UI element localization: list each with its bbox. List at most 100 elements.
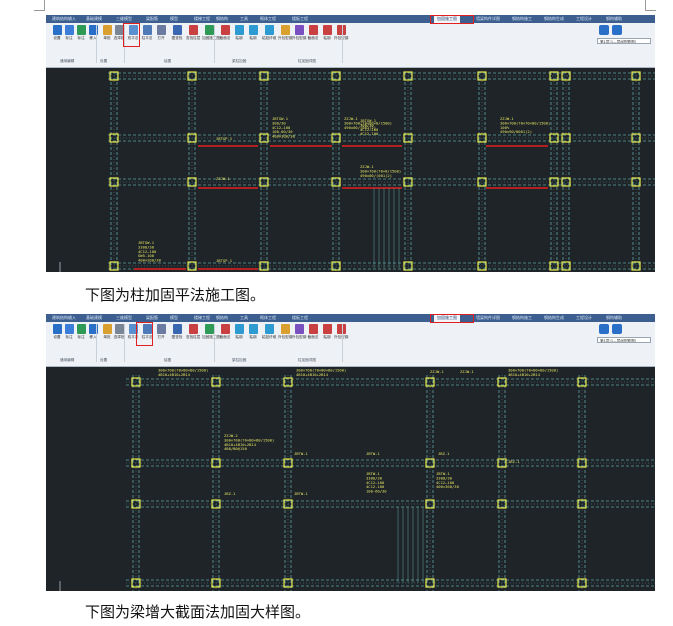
member-label: ZZJW-1 300×700(70×70×80/1500) 100% 490x90/0… (500, 116, 550, 134)
home-icon[interactable] (599, 25, 609, 35)
ribbon-tool-button[interactable]: 查找柱层 (186, 25, 200, 40)
ribbon-tool-button[interactable]: 柱平法 (140, 25, 154, 40)
tool-icon (204, 25, 214, 35)
ribbon-tab[interactable]: 墙梁构件详图 (476, 15, 500, 23)
download-icon[interactable] (612, 25, 622, 35)
screenshot-column-plan: 建筑结构输入 基础建模 三维模型 梁配筋 模型 楼梯工程 钢结构 工具 砌体工程 楼板工程 加固施工… (46, 15, 655, 272)
ribbon-tool-button[interactable]: 粘贴纤维 (262, 324, 276, 339)
ribbon-tool-button[interactable]: 截面法 (218, 25, 232, 40)
ribbon-tab[interactable]: 工具 (240, 314, 248, 322)
tool-icon (172, 324, 182, 334)
ribbon-tool-button[interactable]: 粘贴纤维 (262, 25, 276, 40)
ribbon-tab[interactable]: 楼板工程 (292, 314, 308, 322)
ribbon-tool-button[interactable]: 移入 (86, 25, 100, 40)
member-label: JBZ-1 (438, 451, 450, 456)
ribbon-tab[interactable]: 基础建模 (86, 15, 102, 23)
download-icon[interactable] (612, 324, 622, 334)
member-label: JBZ-1 (508, 459, 520, 464)
ribbon-tool-button[interactable]: 粘钢 (246, 25, 260, 40)
tool-label: 外包型钢 (278, 335, 293, 339)
ribbon-tab[interactable]: 建筑结构输入 (52, 15, 76, 23)
ribbon-tab[interactable]: 钢结构施工 (512, 314, 532, 322)
ribbon-tab[interactable]: 梁配筋 (146, 15, 158, 23)
ribbon-tab[interactable]: 楼梯工程 (194, 15, 210, 23)
ribbon-tool-button[interactable]: 粘钢 (246, 324, 260, 339)
active-tab-highlight (430, 15, 474, 24)
ribbon-group-label: 通用编辑 (60, 358, 75, 362)
ribbon-tab[interactable]: 楼板工程 (292, 15, 308, 23)
ribbon-tab[interactable]: 工具 (240, 15, 248, 23)
tool-label: 移入 (89, 335, 97, 339)
ribbon-tool-button[interactable]: 外包型钢 (292, 25, 306, 40)
member-label: ZZJW-1 300×700(70×8/1500) 490x00/(001(2) (360, 164, 401, 178)
tool-icon (172, 25, 182, 35)
ribbon-tab[interactable]: 楼梯工程 (194, 314, 210, 322)
ribbon-separator (124, 324, 125, 362)
ribbon-tab[interactable]: 三维模型 (116, 314, 132, 322)
ribbon-tab[interactable]: 钢构辅助 (606, 314, 622, 322)
ribbon-tool-button[interactable]: 打开 (154, 25, 168, 40)
tool-label: 打开 (157, 36, 165, 40)
ribbon-group-label: 绘图 (164, 358, 172, 362)
ribbon-tab[interactable]: 钢结构生成 (544, 314, 564, 322)
ribbon-tab[interactable]: 钢结构施工 (512, 15, 532, 23)
ribbon-tab[interactable]: 墙梁构件详图 (476, 314, 500, 322)
floor-combo[interactable]: 第1层(1—层间配筋图) (597, 38, 651, 44)
tool-icon (294, 324, 304, 334)
ribbon-tool-button[interactable]: 粘钢 (320, 25, 334, 40)
ribbon-tool-button[interactable]: 截面法 (306, 324, 320, 339)
ribbon-tool-button[interactable]: 粘钢 (320, 324, 334, 339)
ribbon-tool-button[interactable]: 粘钢 (232, 324, 246, 339)
member-label: ZZJW-1300×700(70×80×80/1500)4B10+4B10+2B… (296, 367, 346, 377)
ribbon-tab[interactable]: 钢结构 (216, 15, 228, 23)
tool-icon (156, 324, 166, 334)
ribbon-tab[interactable]: 钢结构生成 (544, 15, 564, 23)
right-panel-2: 第1层(1—层间配筋图) (597, 324, 651, 350)
tool-icon (76, 25, 86, 35)
ribbon-tab[interactable]: 基础建模 (86, 314, 102, 322)
member-label: ZZJW-1300×700(70×80×80/1500)4B10+4B10+2B… (508, 367, 558, 377)
ribbon-tab[interactable]: 钢构辅助 (606, 15, 622, 23)
ribbon-tool-button[interactable]: 截面法 (306, 25, 320, 40)
ribbon-tool-button[interactable]: 外包型钢 (334, 25, 348, 40)
tool-icon (156, 25, 166, 35)
ribbon-tab[interactable]: 模型 (170, 314, 178, 322)
ribbon-group-label: 柱加固详图 (298, 59, 316, 63)
cad-drawing-1: JBTGW-1 3300/30 4C12—100 GW5-100 400×200/30 J… (46, 68, 655, 272)
ribbon-tool-button[interactable]: 外包型钢 (278, 324, 292, 339)
ribbon-tab[interactable]: 钢结构 (216, 314, 228, 322)
ribbon-separator (342, 324, 343, 362)
ribbon-tab[interactable]: 梁配筋 (146, 314, 158, 322)
tool-icon (220, 25, 230, 35)
ribbon-tool-button[interactable]: 外包型钢 (278, 25, 292, 40)
ribbon-tool-button[interactable]: 粘钢 (232, 25, 246, 40)
ribbon-tab[interactable]: 砌体工程 (260, 314, 276, 322)
tool-label: 粘钢 (323, 36, 331, 40)
ribbon-tool-button[interactable]: 外包型钢 (334, 324, 348, 339)
ribbon-tool-button[interactable]: 移入 (86, 324, 100, 339)
member-label: ZZJW-1 (226, 367, 240, 368)
caption-beam-detail: 下图为梁增大截面法加固大样图。 (85, 603, 311, 621)
ribbon-tabs: 建筑结构输入 基础建模 三维模型 梁配筋 模型 楼梯工程 钢结构 工具 砌体工程 楼板工程 加固施工… (46, 15, 655, 23)
ribbon-tab[interactable]: 建筑结构输入 (52, 314, 76, 322)
ribbon-tab[interactable]: 砌体工程 (260, 15, 276, 23)
ribbon-tab[interactable]: 模型 (170, 15, 178, 23)
ribbon-tab[interactable]: 工程设计 (576, 314, 592, 322)
ribbon-group-label: 通用编辑 (60, 59, 75, 63)
member-label: JBTW-1 (294, 491, 308, 496)
tool-label: 粘钢 (249, 335, 257, 339)
ribbon-tool-button[interactable]: 图查找 (170, 324, 184, 339)
ribbon-tab[interactable]: 工程设计 (576, 15, 592, 23)
ribbon-tool-button[interactable]: 打开 (154, 324, 168, 339)
floor-combo-2[interactable]: 第1层(1—层间配筋图) (597, 337, 651, 343)
home-icon[interactable] (599, 324, 609, 334)
ribbon-tool-button[interactable]: 查找柱层 (186, 324, 200, 339)
ribbon-tool-button[interactable]: 外包型钢 (292, 324, 306, 339)
tool-icon (64, 25, 74, 35)
ribbon-tab[interactable]: 三维模型 (116, 15, 132, 23)
ribbon-tool-button[interactable]: 图查找 (170, 25, 184, 40)
ribbon-tool-button[interactable]: 截面法 (218, 324, 232, 339)
tool-label: 图查找 (171, 335, 183, 339)
tool-icon (248, 25, 258, 35)
member-label: JBTGP-1 (216, 258, 233, 263)
